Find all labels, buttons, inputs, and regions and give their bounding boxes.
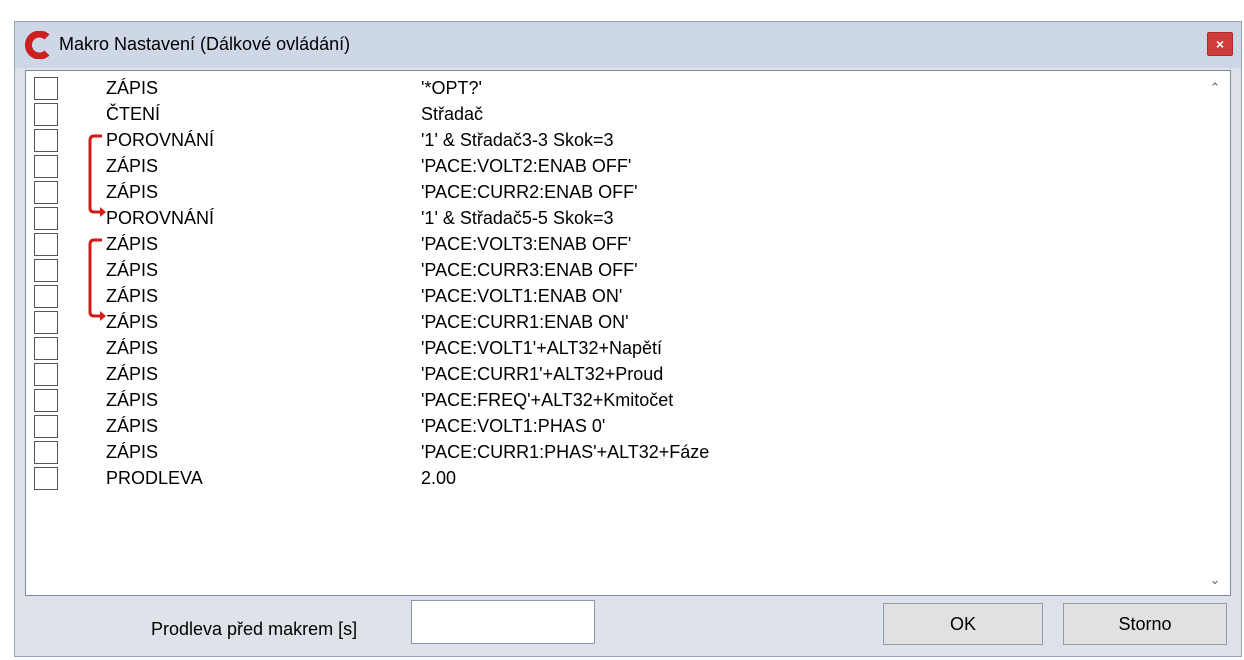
row-command: PRODLEVA [106,468,203,488]
row-command: ZÁPIS [106,156,159,176]
list-item[interactable]: POROVNÁNÍ '1' & Střadač3-3 Skok=3 [26,129,1196,155]
row-checkbox[interactable] [34,181,58,204]
app-logo-icon [25,31,50,59]
list-item[interactable]: ZÁPIS 'PACE:CURR2:ENAB OFF' [26,181,1196,207]
row-checkbox[interactable] [34,389,58,412]
row-argument: 'PACE:VOLT3:ENAB OFF' [421,234,632,254]
list-item[interactable]: POROVNÁNÍ '1' & Střadač5-5 Skok=3 [26,207,1196,233]
close-button[interactable]: × [1207,32,1233,56]
scroll-up-chevron-icon[interactable]: ⌃ [1206,79,1224,97]
delay-label: Prodleva před makrem [s] [151,619,358,639]
row-argument: '1' & Střadač3-3 Skok=3 [421,130,614,150]
row-checkbox[interactable] [34,337,58,360]
list-item[interactable]: ZÁPIS 'PACE:VOLT3:ENAB OFF' [26,233,1196,259]
window-title: Makro Nastavení (Dálkové ovládání) [59,34,351,54]
row-argument: 'PACE:FREQ'+ALT32+Kmitočet [421,390,674,410]
row-checkbox[interactable] [34,415,58,438]
row-checkbox[interactable] [34,363,58,386]
row-command: ZÁPIS [106,390,159,410]
row-checkbox[interactable] [34,129,58,152]
row-argument: 'PACE:CURR1:PHAS'+ALT32+Fáze [421,442,710,462]
ok-button[interactable]: OK [883,603,1043,645]
row-checkbox[interactable] [34,155,58,178]
list-item[interactable]: ZÁPIS 'PACE:VOLT1:PHAS 0' [26,415,1196,441]
row-command: ČTENÍ [106,104,160,124]
list-item[interactable]: ZÁPIS 'PACE:CURR3:ENAB OFF' [26,259,1196,285]
delay-input[interactable] [411,600,595,644]
row-command: ZÁPIS [106,78,159,98]
row-checkbox[interactable] [34,77,58,100]
row-argument: Střadač [421,104,484,124]
list-item[interactable]: ZÁPIS 'PACE:VOLT2:ENAB OFF' [26,155,1196,181]
row-argument: 'PACE:VOLT2:ENAB OFF' [421,156,632,176]
row-argument: 'PACE:CURR2:ENAB OFF' [421,182,638,202]
row-command: ZÁPIS [106,286,159,306]
row-checkbox[interactable] [34,311,58,334]
macro-settings-dialog: Makro Nastavení (Dálkové ovládání) × ZÁP… [14,21,1242,657]
row-command: ZÁPIS [106,260,159,280]
row-command: POROVNÁNÍ [106,208,215,228]
row-checkbox[interactable] [34,233,58,256]
row-argument: '*OPT?' [421,78,482,98]
row-argument: 'PACE:CURR3:ENAB OFF' [421,260,638,280]
row-argument: 'PACE:CURR1'+ALT32+Proud [421,364,664,384]
list-item[interactable]: PRODLEVA 2.00 [26,467,1196,493]
row-checkbox[interactable] [34,467,58,490]
macro-command-list[interactable]: ZÁPIS '*OPT?' ČTENÍ Střadač POROVNÁNÍ '1' & S… [25,70,1231,596]
title-bar[interactable]: Makro Nastavení (Dálkové ovládání) × [15,22,1241,68]
row-checkbox[interactable] [34,207,58,230]
row-argument: 'PACE:VOLT1'+ALT32+Napětí [421,338,662,358]
row-checkbox[interactable] [34,103,58,126]
row-argument: 'PACE:CURR1:ENAB ON' [421,312,629,332]
list-item[interactable]: ZÁPIS 'PACE:FREQ'+ALT32+Kmitočet [26,389,1196,415]
row-command: ZÁPIS [106,416,159,436]
row-argument: 2.00 [421,468,457,488]
row-command: ZÁPIS [106,442,159,462]
row-command: ZÁPIS [106,182,159,202]
jump-arrows [88,134,106,321]
row-argument: 'PACE:VOLT1:PHAS 0' [421,416,606,436]
row-checkbox[interactable] [34,441,58,464]
list-item[interactable]: ZÁPIS 'PACE:CURR1'+ALT32+Proud [26,363,1196,389]
row-command: ZÁPIS [106,364,159,384]
row-command: POROVNÁNÍ [106,130,215,150]
row-command: ZÁPIS [106,338,159,358]
row-argument: 'PACE:VOLT1:ENAB ON' [421,286,623,306]
list-item[interactable]: ZÁPIS 'PACE:CURR1:PHAS'+ALT32+Fáze [26,441,1196,467]
row-argument: '1' & Střadač5-5 Skok=3 [421,208,614,228]
list-item[interactable]: ZÁPIS 'PACE:VOLT1:ENAB ON' [26,285,1196,311]
row-command: ZÁPIS [106,312,159,332]
row-checkbox[interactable] [34,285,58,308]
list-item[interactable]: ČTENÍ Střadač [26,103,1196,129]
row-command: ZÁPIS [106,234,159,254]
cancel-button[interactable]: Storno [1063,603,1227,645]
list-item[interactable]: ZÁPIS 'PACE:VOLT1'+ALT32+Napětí [26,337,1196,363]
close-icon: × [1215,36,1225,52]
list-item[interactable]: ZÁPIS 'PACE:CURR1:ENAB ON' [26,311,1196,337]
list-item[interactable]: ZÁPIS '*OPT?' [26,77,1196,103]
row-checkbox[interactable] [34,259,58,282]
scroll-down-chevron-icon[interactable]: ⌄ [1206,571,1224,589]
